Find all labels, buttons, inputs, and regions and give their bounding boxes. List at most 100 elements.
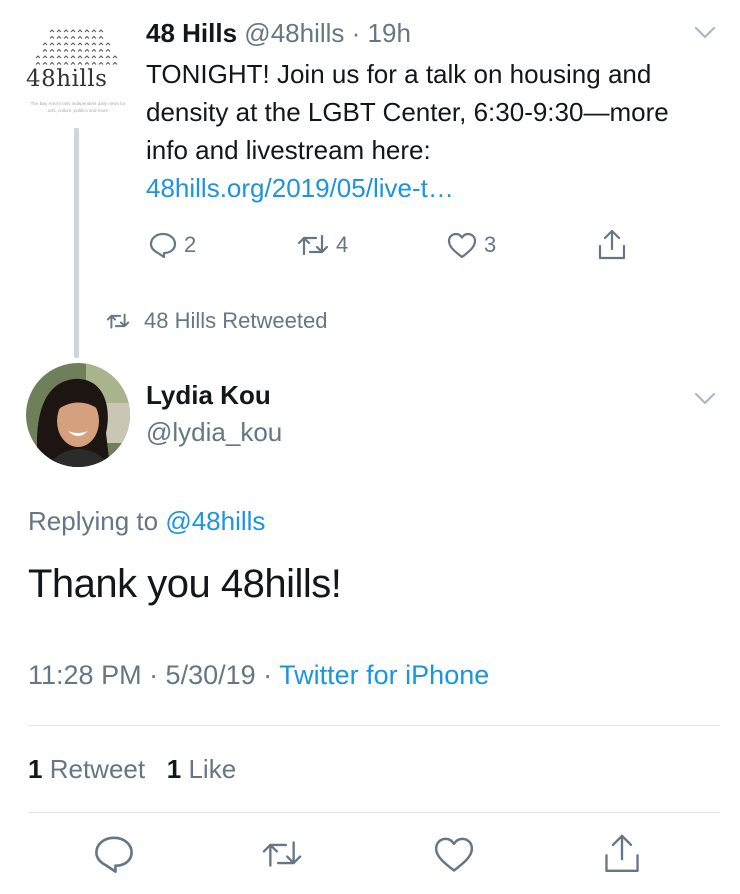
logo-chevron-mark [112,55,118,59]
logo-chevron-mark [98,35,104,39]
logo-chevron-mark [63,55,69,59]
logo-chevron-mark [70,29,76,33]
reply-icon[interactable] [92,832,136,876]
tweet-text: Thank you 48hills! [28,562,342,606]
engagement-stats: 1 Retweet 1 Like [28,754,236,785]
tweet-meta: 11:28 PM · 5/30/19 · Twitter for iPhone [28,660,489,691]
logo-chevron-mark [42,55,48,59]
logo-chevron-mark [56,29,62,33]
logo-chevron-mark [77,35,83,39]
likes-label: Like [188,754,237,784]
logo-chevron-mark [49,29,55,33]
logo-chevron-mark [63,29,69,33]
logo-chevron-mark [56,35,62,39]
logo-chevron-mark [91,61,97,65]
like-icon[interactable] [432,832,476,876]
logo-chevron-mark [91,42,97,46]
avatar-image [26,363,130,467]
parent-handle[interactable]: @48hills [244,18,344,48]
avatar[interactable] [26,363,130,467]
logo-chevron-mark [35,61,41,65]
logo-chevron-mark [42,48,48,52]
reply-icon [149,232,177,259]
logo-chevron-mark [63,61,69,65]
retweet-icon [297,234,329,256]
retweet-icon[interactable] [260,832,304,876]
logo-chevron-mark [98,61,104,65]
parent-time[interactable]: 19h [368,18,411,48]
parent-like-count: 3 [484,232,497,257]
logo-chevron-mark [98,55,104,59]
likes-count: 1 [166,754,182,784]
logo-chevron-mark [49,48,55,52]
replying-to-line: Replying to @48hills [28,506,265,537]
logo-chevron-mark [35,55,41,59]
logo-chevron-mark [70,35,76,39]
logo-chevron-mark [112,61,118,65]
parent-reply-count: 2 [184,232,197,257]
retweeted-by-line[interactable]: 48 Hills Retweeted [104,308,327,334]
chevron-down-icon[interactable] [694,392,716,406]
logo-chevron-mark [84,48,90,52]
retweets-count: 1 [28,754,43,784]
replying-prefix: Replying to [28,506,166,536]
parent-tweet-body: TONIGHT! Join us for a talk on housing a… [146,59,669,165]
parent-tweet-header: 48 Hills @48hills · 19h [146,18,411,49]
replying-to-mention[interactable]: @48hills [165,506,265,536]
author-display-name[interactable]: Lydia Kou [146,380,271,411]
tweet-source-link[interactable]: Twitter for iPhone [279,660,489,690]
logo-chevron-mark [98,29,104,33]
parent-reply-action[interactable]: 2 [148,230,196,260]
logo-chevron-mark [56,61,62,65]
logo-chevron-mark [84,61,90,65]
logo-dots-graphic [35,29,118,65]
logo-chevron-mark [63,42,69,46]
author-handle[interactable]: @lydia_kou [146,417,282,448]
logo-chevron-mark [42,61,48,65]
logo-wordmark: 48hills [26,66,108,92]
like-icon [447,232,477,259]
thread-connector-line [74,128,79,358]
parent-display-name[interactable]: 48 Hills [146,18,237,48]
retweeted-by-label: 48 Hills Retweeted [144,308,328,333]
logo-chevron-mark [91,35,97,39]
logo-chevron-mark [49,55,55,59]
logo-chevron-mark [105,42,111,46]
logo-chevron-mark [91,55,97,59]
logo-chevron-mark [84,29,90,33]
parent-retweet-count: 4 [336,232,349,257]
logo-chevron-mark [70,42,76,46]
share-icon[interactable] [600,832,644,876]
chevron-down-icon[interactable] [694,26,716,40]
likes-stat[interactable]: 1 Like [167,754,236,784]
parent-tweet-text: TONIGHT! Join us for a talk on housing a… [146,55,706,207]
share-icon[interactable] [596,228,628,262]
parent-tweet-link[interactable]: 48hills.org/2019/05/live-t… [146,173,454,203]
parent-retweet-action[interactable]: 4 [296,230,348,260]
logo-chevron-mark [84,42,90,46]
retweets-stat[interactable]: 1 Retweet [28,754,145,784]
retweets-label: Retweet [49,754,146,784]
logo-chevron-mark [70,48,76,52]
logo-chevron-mark [105,61,111,65]
logo-chevron-mark [91,29,97,33]
logo-chevron-mark [105,55,111,59]
logo-chevron-mark [49,42,55,46]
logo-chevron-mark [49,61,55,65]
logo-chevron-mark [84,35,90,39]
logo-chevron-mark [63,35,69,39]
logo-chevron-mark [77,61,83,65]
logo-chevron-mark [77,48,83,52]
tweet-timestamp: 11:28 PM · 5/30/19 · [28,660,280,690]
logo-chevron-mark [105,48,111,52]
logo-chevron-mark [63,48,69,52]
logo-chevron-mark [56,42,62,46]
logo-chevron-mark [98,48,104,52]
logo-chevron-mark [91,48,97,52]
logo-chevron-mark [84,55,90,59]
parent-like-action[interactable]: 3 [446,230,496,260]
divider [28,725,720,726]
logo-chevron-mark [77,42,83,46]
logo-tagline: The Bay Area's only independent daily ne… [30,101,126,113]
48hills-logo-avatar[interactable]: 48hills The Bay Area's only independent … [22,22,132,122]
